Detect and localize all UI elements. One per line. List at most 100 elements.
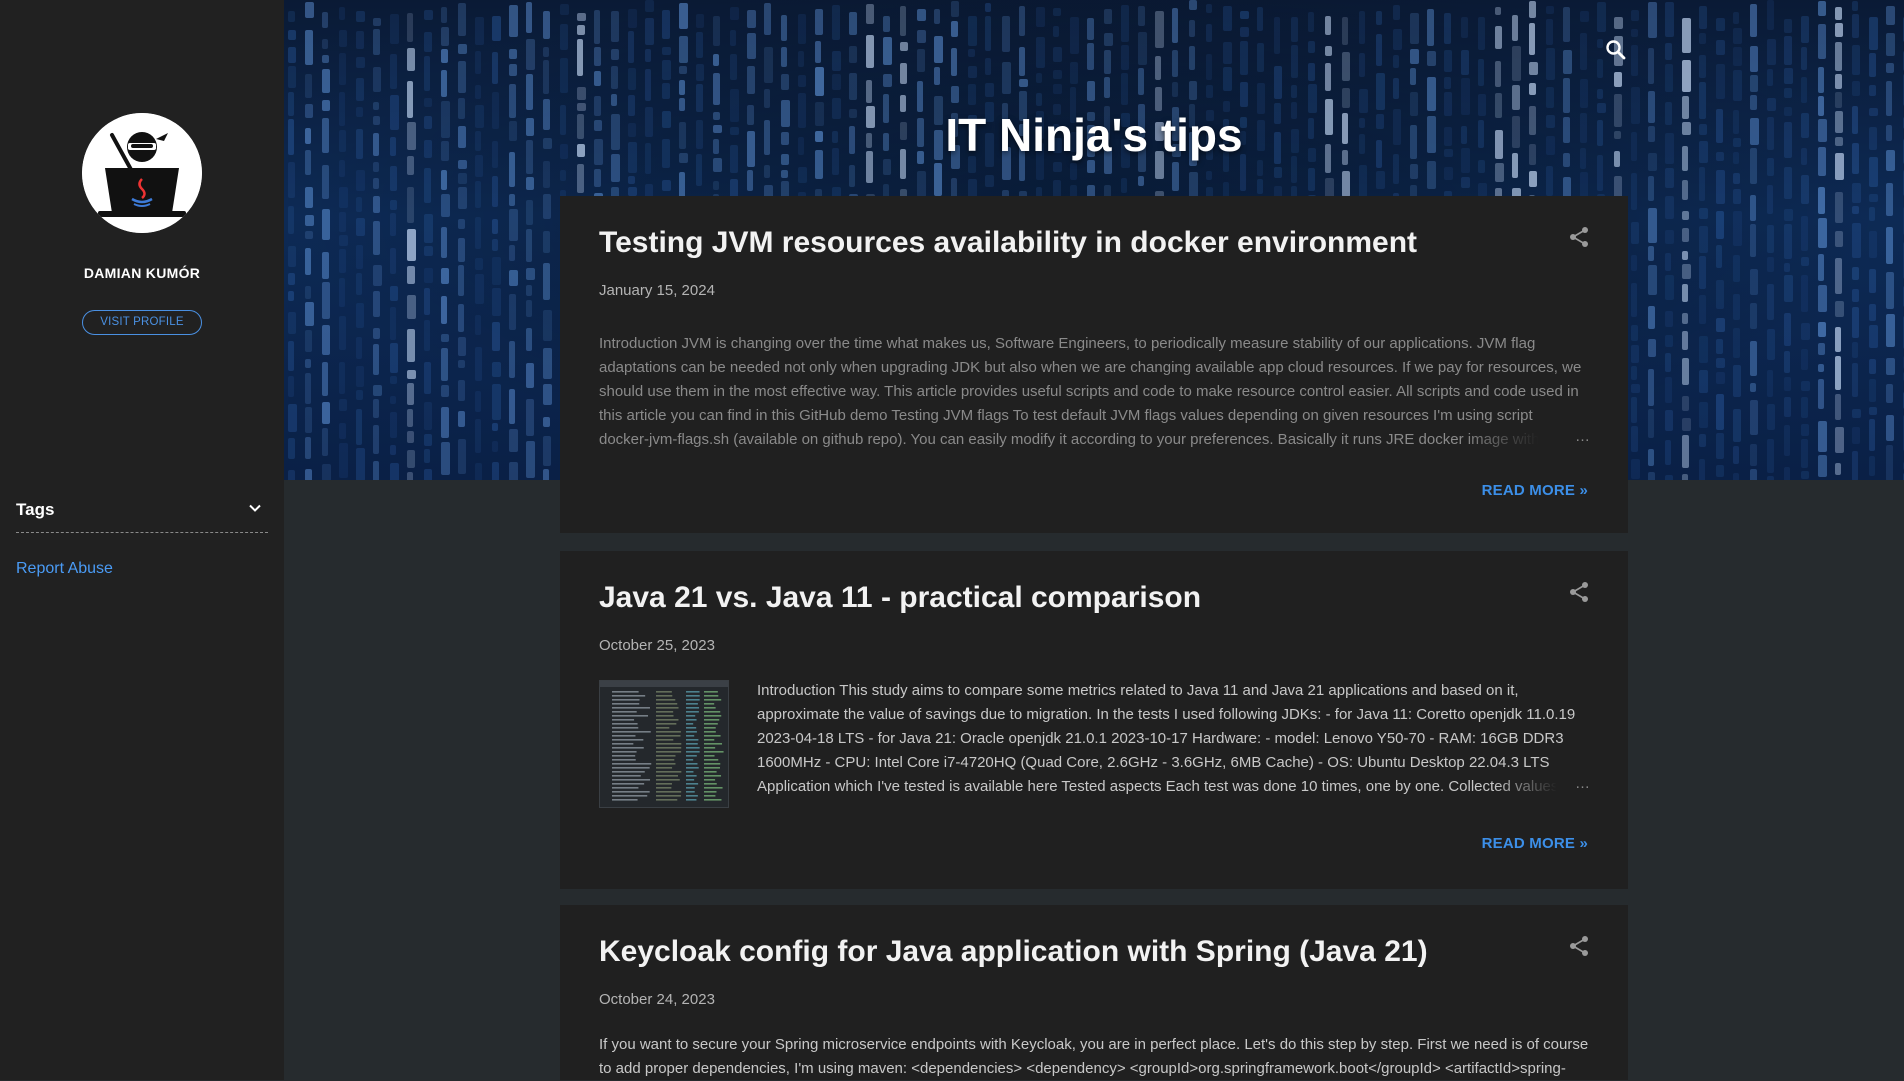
matrix-glyph xyxy=(1784,88,1792,98)
matrix-glyph xyxy=(662,180,671,191)
matrix-glyph xyxy=(526,74,533,110)
matrix-glyph xyxy=(543,310,552,341)
matrix-glyph xyxy=(1614,72,1622,87)
matrix-glyph xyxy=(1767,69,1773,86)
matrix-glyph xyxy=(373,328,380,339)
avatar[interactable] xyxy=(82,113,202,233)
matrix-glyph xyxy=(645,0,654,12)
terminal-text-line xyxy=(656,707,679,709)
matrix-glyph xyxy=(1682,396,1689,411)
blog-title[interactable]: IT Ninja's tips xyxy=(284,108,1904,162)
matrix-glyph xyxy=(1835,23,1843,37)
share-icon[interactable] xyxy=(1568,581,1590,603)
share-icon[interactable] xyxy=(1568,226,1590,248)
matrix-glyph xyxy=(1648,48,1654,84)
matrix-glyph xyxy=(917,49,925,72)
terminal-text-line xyxy=(612,735,636,737)
matrix-glyph xyxy=(322,69,330,93)
matrix-glyph xyxy=(1597,39,1603,48)
matrix-glyph xyxy=(339,30,347,47)
post-thumbnail[interactable] xyxy=(599,680,729,808)
tags-widget-header[interactable]: Tags xyxy=(16,497,268,533)
matrix-glyph xyxy=(1750,195,1756,221)
matrix-glyph xyxy=(1240,27,1249,37)
terminal-text-line xyxy=(704,727,716,729)
read-more-link[interactable]: READ MORE » xyxy=(1482,482,1588,499)
matrix-glyph xyxy=(373,29,380,55)
matrix-glyph xyxy=(1869,194,1878,202)
search-icon[interactable] xyxy=(1604,38,1628,62)
matrix-glyph xyxy=(900,63,907,84)
matrix-glyph xyxy=(1495,7,1501,15)
matrix-glyph xyxy=(645,18,654,45)
report-abuse-link[interactable]: Report Abuse xyxy=(16,560,113,578)
matrix-column xyxy=(1733,12,1742,480)
matrix-glyph xyxy=(509,49,517,59)
matrix-glyph xyxy=(1546,19,1553,45)
matrix-glyph xyxy=(1784,351,1790,373)
matrix-glyph xyxy=(373,221,380,255)
matrix-glyph xyxy=(373,162,379,172)
terminal-text-line xyxy=(704,695,719,697)
matrix-glyph xyxy=(1750,383,1756,392)
matrix-glyph xyxy=(1512,85,1520,110)
post-title[interactable]: Java 21 vs. Java 11 - practical comparis… xyxy=(599,581,1201,615)
matrix-glyph xyxy=(390,166,397,191)
read-more-link[interactable]: READ MORE » xyxy=(1482,835,1588,852)
matrix-glyph xyxy=(526,285,532,296)
chevron-down-icon[interactable] xyxy=(248,501,262,515)
matrix-glyph xyxy=(1699,402,1708,428)
matrix-glyph xyxy=(339,399,347,411)
matrix-glyph xyxy=(645,49,651,62)
matrix-glyph xyxy=(1818,455,1827,477)
terminal-text-line xyxy=(704,739,715,741)
matrix-glyph xyxy=(1750,4,1757,37)
visit-profile-button[interactable]: VISIT PROFILE xyxy=(82,310,202,335)
matrix-glyph xyxy=(543,11,550,39)
snippet-line: to add proper dependencies, I'm using ma… xyxy=(599,1060,1566,1077)
matrix-glyph xyxy=(1750,341,1757,376)
terminal-text-line xyxy=(704,775,722,777)
matrix-glyph xyxy=(1852,267,1859,280)
matrix-glyph xyxy=(1631,384,1640,393)
snippet-line: 2023-04-18 LTS - for Java 21: Oracle ope… xyxy=(757,730,1564,747)
terminal-text-line xyxy=(656,751,682,753)
matrix-glyph xyxy=(1852,409,1861,418)
matrix-glyph xyxy=(1716,280,1724,309)
matrix-glyph xyxy=(492,239,498,251)
matrix-glyph xyxy=(424,98,432,107)
matrix-glyph xyxy=(1206,4,1212,13)
matrix-glyph xyxy=(288,404,297,432)
matrix-glyph xyxy=(866,35,874,68)
post-title[interactable]: Keycloak config for Java application wit… xyxy=(599,935,1428,969)
matrix-glyph xyxy=(1818,322,1826,337)
matrix-glyph xyxy=(883,74,892,87)
matrix-glyph xyxy=(1869,53,1876,77)
matrix-glyph xyxy=(1274,66,1282,99)
matrix-glyph xyxy=(356,11,365,22)
matrix-glyph xyxy=(1274,17,1280,54)
matrix-glyph xyxy=(492,441,498,452)
snippet-line: Introduction This study aims to compare … xyxy=(757,682,1519,699)
share-icon[interactable] xyxy=(1568,935,1590,957)
matrix-glyph xyxy=(1002,16,1010,52)
matrix-glyph xyxy=(492,362,501,377)
post-title[interactable]: Testing JVM resources availability in do… xyxy=(599,226,1417,260)
matrix-glyph xyxy=(883,37,892,65)
snippet-ellipsis: … xyxy=(1575,428,1590,445)
matrix-glyph xyxy=(441,442,450,475)
matrix-glyph xyxy=(1087,43,1094,70)
matrix-glyph xyxy=(1376,171,1385,189)
matrix-glyph xyxy=(424,469,432,480)
matrix-glyph xyxy=(1750,269,1758,295)
matrix-glyph xyxy=(424,10,433,20)
matrix-glyph xyxy=(526,39,535,70)
matrix-glyph xyxy=(1733,47,1742,66)
matrix-glyph xyxy=(322,209,330,240)
matrix-glyph xyxy=(1835,7,1842,20)
matrix-glyph xyxy=(662,47,671,55)
matrix-glyph xyxy=(1750,444,1757,466)
matrix-glyph xyxy=(1342,88,1350,108)
matrix-glyph xyxy=(1410,68,1416,85)
matrix-glyph xyxy=(1070,163,1077,180)
